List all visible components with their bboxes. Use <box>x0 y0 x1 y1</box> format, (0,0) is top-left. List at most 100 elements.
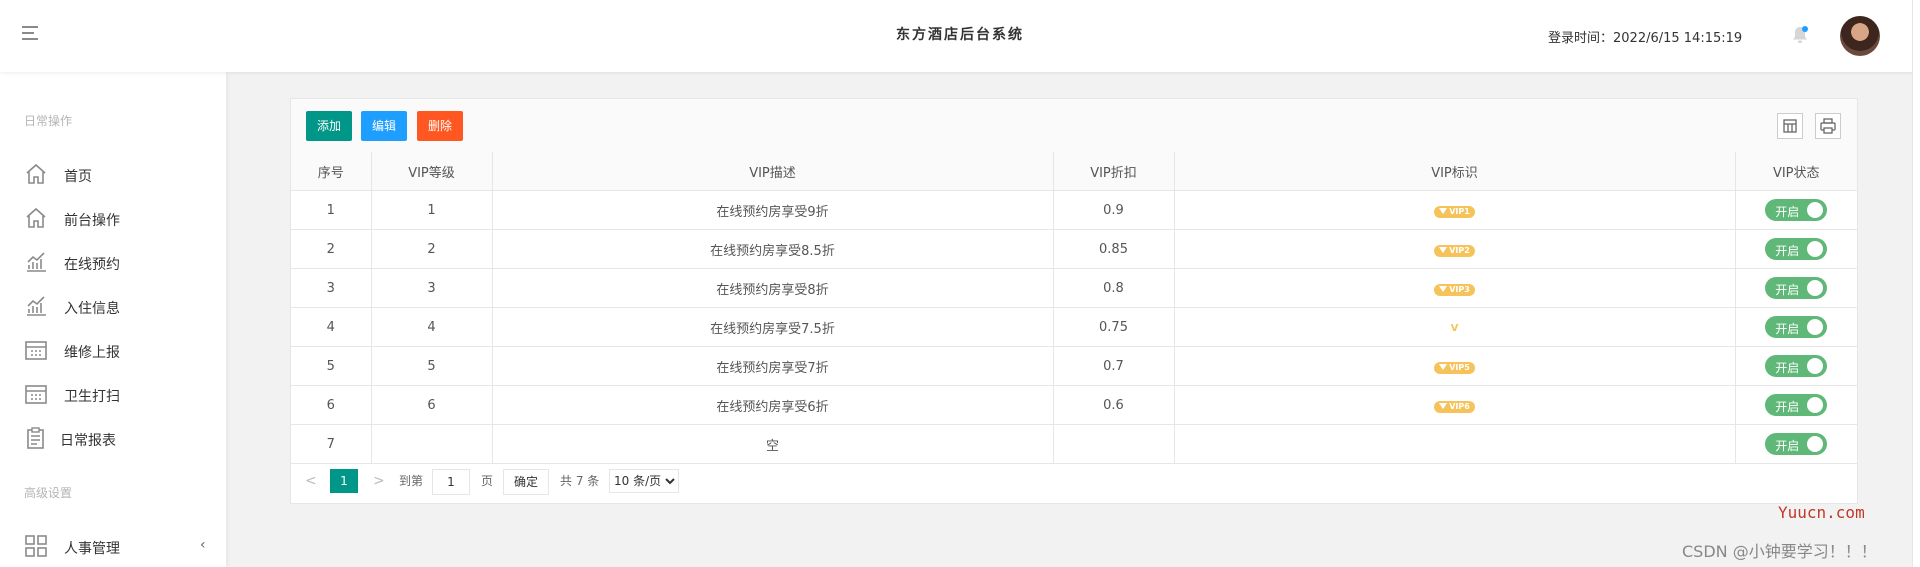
sidebar-item-repair-report[interactable]: 维修上报 <box>0 330 226 370</box>
cell-status: 开启 <box>1734 229 1857 269</box>
table-row[interactable]: 3 3 在线预约房享受8折 0.8 VIP3 开启 <box>291 268 1857 308</box>
cell-level: 1 <box>370 190 493 230</box>
column-header-badge[interactable]: VIP标识 <box>1173 152 1736 191</box>
sidebar-item-housekeeping[interactable]: 卫生打扫 <box>0 374 226 414</box>
watermark-site: Yuucn.com <box>1778 503 1865 522</box>
sidebar-item-checkin-info[interactable]: 入住信息 <box>0 286 226 326</box>
status-toggle[interactable]: 开启 <box>1765 238 1828 260</box>
print-icon[interactable] <box>1815 113 1841 139</box>
next-page-button[interactable]: > <box>373 469 385 493</box>
goto-confirm-button[interactable]: 确定 <box>503 469 549 495</box>
cell-discount <box>1052 424 1175 464</box>
cell-badge: VIP2 <box>1173 229 1736 269</box>
sidebar-item-label: 维修上报 <box>64 345 120 361</box>
column-header-status[interactable]: VIP状态 <box>1734 152 1857 191</box>
sidebar-item-hr[interactable]: 人事管理 ‹ <box>0 526 226 566</box>
cell-discount: 0.6 <box>1052 385 1175 425</box>
page-unit-label: 页 <box>481 474 494 488</box>
calendar-icon <box>24 338 48 362</box>
cell-level: 2 <box>370 229 493 269</box>
sidebar-item-label: 在线预约 <box>64 257 120 273</box>
edit-button[interactable]: 编辑 <box>361 111 407 141</box>
clipboard-icon <box>24 426 48 450</box>
cell-level: 6 <box>370 385 493 425</box>
scrollbar-track[interactable] <box>1912 0 1920 567</box>
vip-badge-icon: VIP5 <box>1434 361 1475 374</box>
cell-status: 开启 <box>1734 190 1857 230</box>
sidebar-item-home[interactable]: 首页 <box>0 154 226 194</box>
cell-status: 开启 <box>1734 424 1857 464</box>
table-row[interactable]: 4 4 在线预约房享受7.5折 0.75 V 开启 <box>291 307 1857 347</box>
status-toggle[interactable]: 开启 <box>1765 433 1828 455</box>
status-toggle[interactable]: 开启 <box>1765 277 1828 299</box>
bell-icon[interactable] <box>1790 24 1810 46</box>
vip-table: 序号 VIP等级 VIP描述 VIP折扣 VIP标识 VIP状态 1 1 在线预… <box>291 152 1857 464</box>
sidebar-item-label: 人事管理 <box>64 541 120 557</box>
table-toolbar: 添加 编辑 删除 <box>291 99 1857 153</box>
cell-no: 2 <box>291 229 372 269</box>
prev-page-button[interactable]: < <box>305 469 317 493</box>
cell-desc: 在线预约房享受8.5折 <box>491 229 1054 269</box>
cell-badge: VIP5 <box>1173 346 1736 386</box>
vip-badge-icon: VIP6 <box>1434 400 1475 413</box>
table-row[interactable]: 7 空 开启 <box>291 424 1857 464</box>
cell-desc: 在线预约房享受7折 <box>491 346 1054 386</box>
sidebar-item-label: 日常报表 <box>60 433 116 449</box>
calendar-icon <box>24 382 48 406</box>
table-row[interactable]: 2 2 在线预约房享受8.5折 0.85 VIP2 开启 <box>291 229 1857 269</box>
nav-group-advanced: 高级设置 <box>24 486 73 500</box>
grid-icon <box>24 534 48 558</box>
cell-no: 7 <box>291 424 372 464</box>
sidebar-item-online-booking[interactable]: 在线预约 <box>0 242 226 282</box>
cell-badge: VIP3 <box>1173 268 1736 308</box>
chevron-left-icon[interactable]: ‹ <box>200 537 206 553</box>
cell-desc: 在线预约房享受7.5折 <box>491 307 1054 347</box>
cell-discount: 0.7 <box>1052 346 1175 386</box>
status-toggle[interactable]: 开启 <box>1765 355 1828 377</box>
table-row[interactable]: 1 1 在线预约房享受9折 0.9 VIP1 开启 <box>291 190 1857 230</box>
page-size-select[interactable]: 10 条/页 <box>609 469 679 493</box>
avatar[interactable] <box>1840 16 1880 56</box>
column-header-no[interactable]: 序号 <box>291 152 372 191</box>
column-header-desc[interactable]: VIP描述 <box>491 152 1054 191</box>
column-header-discount[interactable]: VIP折扣 <box>1052 152 1175 191</box>
sidebar: 日常操作 首页 前台操作 在线预约 入住信息 维修上报 卫生打扫 日常报表 高级… <box>0 72 226 567</box>
cell-badge <box>1173 424 1736 464</box>
status-toggle[interactable]: 开启 <box>1765 316 1828 338</box>
add-button[interactable]: 添加 <box>306 111 352 141</box>
sidebar-item-label: 首页 <box>64 169 92 185</box>
sidebar-item-daily-report[interactable]: 日常报表 <box>0 418 226 458</box>
cell-desc: 在线预约房享受8折 <box>491 268 1054 308</box>
sidebar-item-label: 入住信息 <box>64 301 120 317</box>
table-row[interactable]: 5 5 在线预约房享受7折 0.7 VIP5 开启 <box>291 346 1857 386</box>
cell-no: 6 <box>291 385 372 425</box>
cell-badge: VIP6 <box>1173 385 1736 425</box>
status-toggle[interactable]: 开启 <box>1765 394 1828 416</box>
vip-table-card: 添加 编辑 删除 序号 VIP等级 VIP描述 VIP折扣 VIP标识 VIP状… <box>290 98 1858 504</box>
total-count: 共 7 条 <box>560 474 600 488</box>
cell-badge: V <box>1173 307 1736 347</box>
goto-label: 到第 <box>399 474 424 488</box>
columns-filter-icon[interactable] <box>1777 113 1803 139</box>
column-header-level[interactable]: VIP等级 <box>370 152 493 191</box>
cell-no: 5 <box>291 346 372 386</box>
vip-badge-icon: VIP2 <box>1434 244 1475 257</box>
goto-page-input[interactable] <box>432 469 470 495</box>
cell-discount: 0.75 <box>1052 307 1175 347</box>
cell-desc: 在线预约房享受9折 <box>491 190 1054 230</box>
cell-level: 3 <box>370 268 493 308</box>
cell-discount: 0.8 <box>1052 268 1175 308</box>
watermark-author: CSDN @小钟要学习！！！ <box>1682 542 1877 561</box>
cell-no: 3 <box>291 268 372 308</box>
sidebar-item-label: 前台操作 <box>64 213 120 229</box>
sidebar-item-front-desk[interactable]: 前台操作 <box>0 198 226 238</box>
chart-icon <box>24 250 48 274</box>
status-toggle[interactable]: 开启 <box>1765 199 1828 221</box>
cell-level <box>370 424 493 464</box>
cell-no: 4 <box>291 307 372 347</box>
table-row[interactable]: 6 6 在线预约房享受6折 0.6 VIP6 开启 <box>291 385 1857 425</box>
delete-button[interactable]: 删除 <box>417 111 463 141</box>
vip-badge-icon: VIP3 <box>1434 283 1475 296</box>
chart-icon <box>24 294 48 318</box>
current-page-button[interactable]: 1 <box>330 469 358 493</box>
